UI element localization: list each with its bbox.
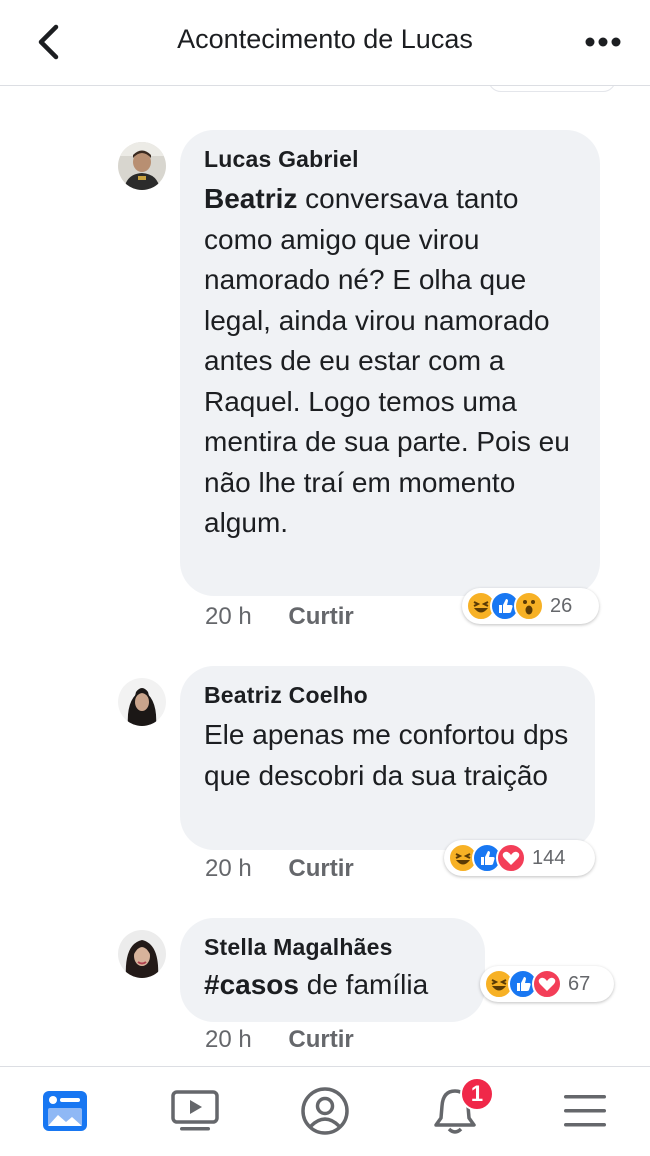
- comment-text: Beatriz conversava tanto como amigo que …: [204, 179, 576, 544]
- tab-menu[interactable]: [550, 1081, 620, 1141]
- love-reaction-icon: [496, 843, 526, 873]
- like-button[interactable]: Curtir: [288, 855, 353, 883]
- reaction-count: 26: [550, 594, 573, 617]
- profile-icon: [301, 1087, 349, 1135]
- avatar[interactable]: [118, 142, 166, 190]
- top-bar: Acontecimento de Lucas: [0, 0, 650, 86]
- more-dots-icon: [585, 37, 621, 47]
- notification-badge: 1: [460, 1077, 494, 1111]
- news-feed-icon: [43, 1091, 87, 1131]
- love-reaction-icon: [532, 969, 562, 999]
- comment-meta: 20 h Curtir: [205, 855, 354, 883]
- reaction-summary[interactable]: 67: [480, 966, 614, 1002]
- bottom-nav: 1: [0, 1066, 650, 1156]
- hashtag-link[interactable]: #casos: [204, 969, 299, 1000]
- comment-author[interactable]: Stella Magalhães: [204, 934, 461, 961]
- tab-profile[interactable]: [290, 1081, 360, 1141]
- previous-comment-fragment: [200, 86, 620, 96]
- comment-text: Ele apenas me confortou dps que descobri…: [204, 719, 569, 791]
- comment-time[interactable]: 20 h: [205, 855, 252, 883]
- video-play-icon: [171, 1090, 219, 1131]
- hamburger-menu-icon: [564, 1095, 606, 1127]
- avatar[interactable]: [118, 930, 166, 978]
- comment-bubble[interactable]: Lucas Gabriel Beatriz conversava tanto c…: [180, 130, 600, 596]
- reaction-summary[interactable]: 144: [444, 840, 595, 876]
- comment-meta: 20 h Curtir: [205, 1026, 354, 1054]
- comment-body: de família: [298, 969, 429, 1000]
- reaction-count: 67: [568, 972, 591, 995]
- comment-author[interactable]: Beatriz Coelho: [204, 682, 571, 709]
- previous-reactions-fragment: [488, 86, 616, 92]
- comment-time[interactable]: 20 h: [205, 1026, 252, 1054]
- comment-bubble[interactable]: Stella Magalhães #casos de família: [180, 918, 485, 1022]
- tab-watch[interactable]: [160, 1081, 230, 1141]
- reaction-summary[interactable]: 26: [462, 588, 599, 624]
- comment-time[interactable]: 20 h: [205, 603, 252, 631]
- reaction-count: 144: [532, 846, 566, 869]
- avatar[interactable]: [118, 678, 166, 726]
- like-button[interactable]: Curtir: [288, 1026, 353, 1054]
- comment-body: conversava tanto como amigo que virou na…: [204, 183, 570, 538]
- mention-link[interactable]: Beatriz: [204, 183, 297, 214]
- comment-text: #casos de família: [204, 965, 461, 1006]
- more-options-button[interactable]: [578, 22, 628, 62]
- wow-reaction-icon: [514, 591, 544, 621]
- comment-author[interactable]: Lucas Gabriel: [204, 146, 576, 173]
- page-title: Acontecimento de Lucas: [177, 24, 473, 54]
- like-button[interactable]: Curtir: [288, 603, 353, 631]
- comment-meta: 20 h Curtir: [205, 603, 354, 631]
- comment-bubble[interactable]: Beatriz Coelho Ele apenas me confortou d…: [180, 666, 595, 850]
- tab-news-feed[interactable]: [30, 1081, 100, 1141]
